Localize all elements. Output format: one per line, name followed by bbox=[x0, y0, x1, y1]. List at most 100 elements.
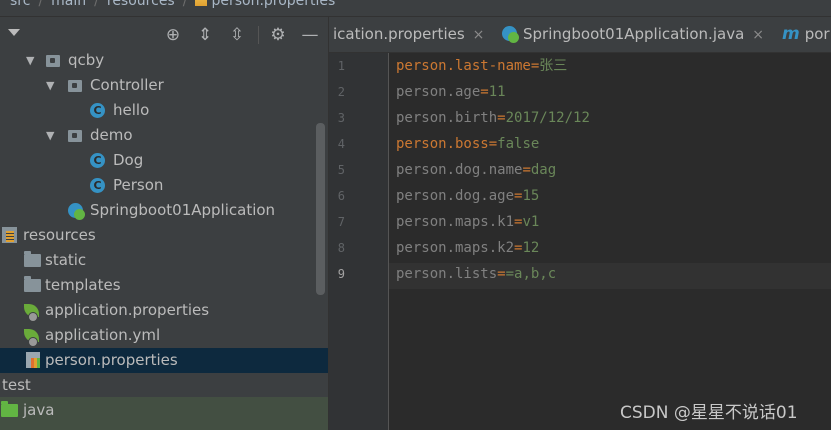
spring-boot-class-icon bbox=[68, 203, 85, 220]
project-toolbar: ⊕ ⇕ ⇳ ⚙ — bbox=[0, 17, 328, 52]
property-value: 15 bbox=[522, 188, 540, 204]
tree-item-label: Person bbox=[113, 176, 164, 194]
line-number: 7 bbox=[337, 215, 345, 229]
tree-item-dog[interactable]: C Dog bbox=[0, 148, 318, 173]
tree-item-label: test bbox=[2, 376, 31, 394]
chevron-down-icon[interactable]: ▼ bbox=[46, 73, 58, 98]
code-editor[interactable]: person.last-name=张三 person.age=11 person… bbox=[389, 53, 831, 430]
tree-item-springboot01application[interactable]: Springboot01Application bbox=[0, 198, 318, 223]
tree-item-application-properties[interactable]: application.properties bbox=[0, 298, 318, 323]
class-icon: C bbox=[90, 178, 105, 193]
tree-item-person-properties[interactable]: person.properties bbox=[0, 348, 328, 373]
property-value: 张三 bbox=[539, 58, 568, 74]
code-line[interactable]: person.last-name=张三 bbox=[396, 53, 567, 79]
line-number: 1 bbox=[337, 59, 345, 73]
tree-item-label: person.properties bbox=[45, 351, 178, 369]
tree-item-qcby[interactable]: ▼ qcby bbox=[0, 48, 318, 73]
tree-item-label: resources bbox=[23, 226, 96, 244]
equals-sign: = bbox=[497, 266, 506, 282]
minimize-icon[interactable]: — bbox=[300, 25, 320, 45]
close-icon[interactable]: × bbox=[752, 27, 764, 43]
properties-file-icon bbox=[26, 352, 40, 368]
tab-label: Springboot01Application.java bbox=[523, 25, 745, 43]
class-icon: C bbox=[90, 153, 105, 168]
tree-item-templates[interactable]: templates bbox=[0, 273, 318, 298]
code-line[interactable]: person.maps.k2=12 bbox=[396, 235, 539, 261]
folder-icon bbox=[24, 251, 41, 267]
tree-item-label: Dog bbox=[113, 151, 144, 169]
expand-all-icon[interactable]: ⇕ bbox=[195, 25, 215, 45]
spring-config-icon bbox=[24, 329, 39, 347]
locate-icon[interactable]: ⊕ bbox=[163, 25, 183, 45]
properties-file-icon bbox=[195, 0, 208, 6]
tree-item-label: hello bbox=[113, 101, 150, 119]
collapse-all-icon[interactable]: ⇳ bbox=[227, 25, 247, 45]
spring-boot-class-icon bbox=[502, 26, 519, 43]
tab-springboot01application-java[interactable]: Springboot01Application.java × bbox=[502, 17, 764, 52]
code-line[interactable]: person.boss=false bbox=[396, 131, 539, 157]
code-line[interactable]: person.maps.k1=v1 bbox=[396, 209, 539, 235]
tab-application-properties[interactable]: ication.properties × bbox=[333, 17, 484, 52]
folder-icon bbox=[24, 276, 41, 292]
tree-item-application-yml[interactable]: application.yml bbox=[0, 323, 318, 348]
tab-pom[interactable]: m por bbox=[782, 17, 830, 52]
tree-item-label: qcby bbox=[68, 51, 105, 69]
gear-icon[interactable]: ⚙ bbox=[268, 25, 288, 45]
scrollbar[interactable] bbox=[316, 123, 325, 295]
property-value: false bbox=[497, 136, 540, 152]
tree-item-demo[interactable]: ▼ demo bbox=[0, 123, 318, 148]
tree-item-test[interactable]: test bbox=[0, 373, 318, 398]
code-line[interactable]: person.birth=2017/12/12 bbox=[396, 105, 590, 131]
maven-icon: m bbox=[782, 24, 800, 44]
breadcrumb-path: src / main / resources / person.properties bbox=[10, 0, 335, 9]
tree-item-hello[interactable]: C hello bbox=[0, 98, 318, 123]
tree-item-controller[interactable]: ▼ Controller bbox=[0, 73, 318, 98]
code-line[interactable]: person.age=11 bbox=[396, 79, 506, 105]
toolbar-divider bbox=[258, 26, 259, 44]
breadcrumb-separator: / bbox=[38, 0, 44, 9]
tree-item-static[interactable]: static bbox=[0, 248, 318, 273]
tree-item-person[interactable]: C Person bbox=[0, 173, 318, 198]
tree-item-resources[interactable]: resources bbox=[0, 223, 318, 248]
breadcrumb: src / main / resources / person.properties bbox=[0, 0, 831, 17]
line-number: 6 bbox=[337, 189, 345, 203]
property-key: person.last-name bbox=[396, 58, 531, 74]
tree-item-label: demo bbox=[90, 126, 133, 144]
line-number: 2 bbox=[337, 85, 345, 99]
chevron-down-icon[interactable]: ▼ bbox=[46, 123, 58, 148]
line-number: 9 bbox=[337, 267, 345, 281]
property-value: dag bbox=[530, 162, 557, 178]
code-line[interactable]: person.dog.name=dag bbox=[396, 157, 556, 183]
breadcrumb-item-main[interactable]: main bbox=[51, 0, 86, 9]
watermark: CSDN @星星不说话01 bbox=[620, 403, 798, 423]
tab-label: por bbox=[804, 25, 830, 43]
close-icon[interactable]: × bbox=[473, 27, 485, 43]
property-key: person.maps.k2 bbox=[396, 240, 515, 256]
line-number: 4 bbox=[337, 137, 345, 151]
tree-item-label: java bbox=[23, 401, 55, 419]
package-icon bbox=[68, 80, 82, 92]
tree-item-java[interactable]: java bbox=[0, 398, 318, 423]
equals-sign: = bbox=[522, 162, 531, 178]
property-key: person.age bbox=[396, 84, 481, 100]
property-key: person.birth bbox=[396, 110, 498, 126]
tree-item-label: templates bbox=[45, 276, 121, 294]
breadcrumb-item-src[interactable]: src bbox=[10, 0, 30, 9]
line-number: 3 bbox=[337, 111, 345, 125]
breadcrumb-item-resources[interactable]: resources bbox=[107, 0, 175, 9]
breadcrumb-separator: / bbox=[94, 0, 99, 9]
code-line[interactable]: person.lists==a,b,c bbox=[396, 261, 556, 287]
property-value: 12 bbox=[522, 240, 540, 256]
test-folder-icon bbox=[1, 401, 18, 417]
spring-config-icon bbox=[24, 304, 39, 322]
breadcrumb-item-file[interactable]: person.properties bbox=[211, 0, 335, 9]
property-key: person.lists bbox=[396, 266, 498, 282]
chevron-down-icon[interactable]: ▼ bbox=[26, 48, 38, 73]
class-icon: C bbox=[90, 103, 105, 118]
code-line[interactable]: person.dog.age=15 bbox=[396, 183, 539, 209]
property-value: =a,b,c bbox=[505, 266, 557, 282]
property-key: person.maps.k1 bbox=[396, 214, 515, 230]
chevron-down-icon[interactable] bbox=[8, 29, 20, 36]
property-key: person.dog.name bbox=[396, 162, 523, 178]
tree-item-label: static bbox=[45, 251, 87, 269]
